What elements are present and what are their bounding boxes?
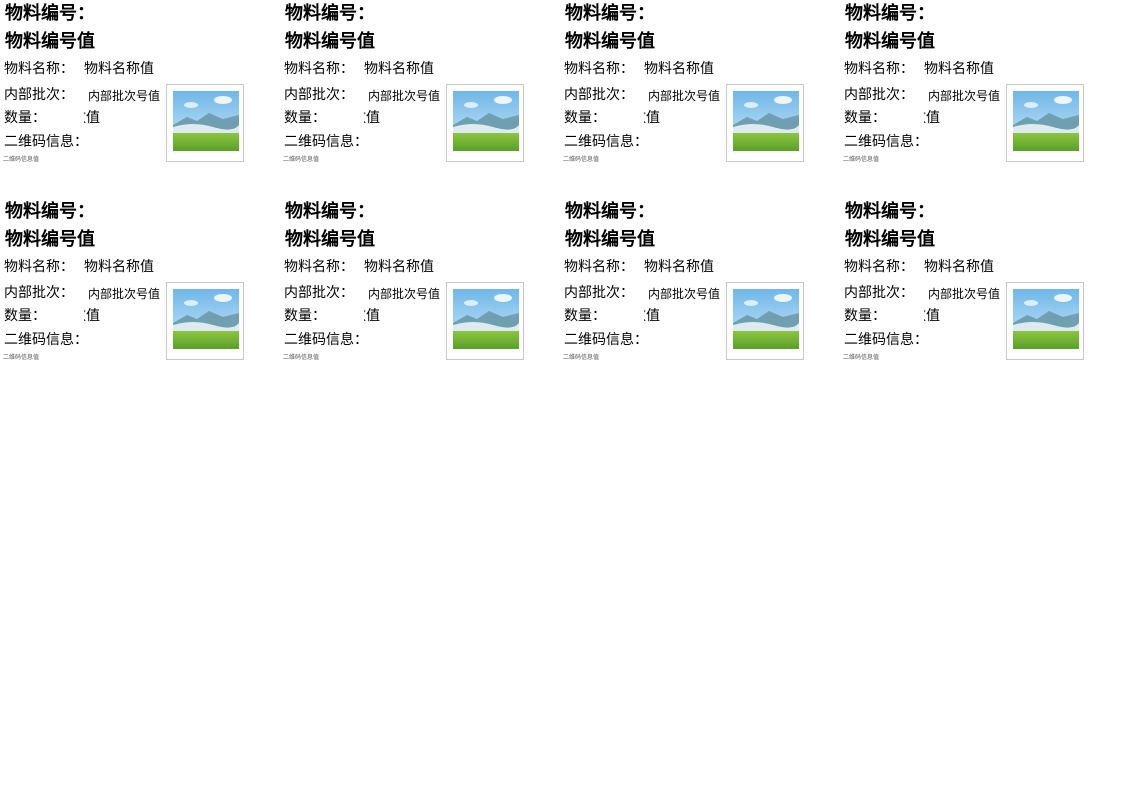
- material-name-label: 物料名称：: [284, 259, 354, 275]
- material-label: 物料编号： 物料编号值 物料名称： 物料名称值 内部批次： 内部批次号值 数量：…: [0, 0, 270, 190]
- qr-info-value: 二维码信息值: [563, 156, 600, 163]
- material-code-value: 物料编号值: [285, 31, 375, 52]
- qr-info-value: 二维码信息值: [3, 156, 40, 163]
- material-label: 物料编号： 物料编号值 物料名称： 物料名称值 内部批次： 内部批次号值 数量：…: [0, 198, 270, 388]
- material-name-value: 物料名称值: [644, 61, 714, 77]
- landscape-image-icon: [446, 282, 524, 360]
- quantity-value: 数值: [924, 308, 940, 324]
- internal-batch-label: 内部批次：: [844, 285, 914, 301]
- quantity-value: 数值: [644, 308, 660, 324]
- qr-info-label: 二维码信息：: [284, 134, 368, 150]
- internal-batch-label: 内部批次：: [284, 285, 354, 301]
- qr-info-label: 二维码信息：: [844, 332, 928, 348]
- quantity-label: 数量：: [284, 110, 326, 126]
- internal-batch-label: 内部批次：: [4, 285, 74, 301]
- quantity-label: 数量：: [844, 308, 886, 324]
- material-code-value: 物料编号值: [285, 229, 375, 250]
- material-code-value: 物料编号值: [845, 31, 935, 52]
- material-code-title: 物料编号：: [565, 3, 655, 24]
- material-code-title: 物料编号：: [285, 201, 375, 222]
- internal-batch-label: 内部批次：: [844, 87, 914, 103]
- material-label: 物料编号： 物料编号值 物料名称： 物料名称值 内部批次： 内部批次号值 数量：…: [840, 198, 1110, 388]
- internal-batch-value: 内部批次号值: [928, 287, 1001, 301]
- material-name-value: 物料名称值: [84, 61, 154, 77]
- internal-batch-value: 内部批次号值: [368, 287, 441, 301]
- qr-info-label: 二维码信息：: [284, 332, 368, 348]
- qr-info-value: 二维码信息值: [283, 354, 320, 361]
- material-label: 物料编号： 物料编号值 物料名称： 物料名称值 内部批次： 内部批次号值 数量：…: [560, 0, 830, 190]
- internal-batch-value: 内部批次号值: [88, 89, 161, 103]
- landscape-image-icon: [726, 84, 804, 162]
- qr-info-value: 二维码信息值: [843, 354, 880, 361]
- material-label: 物料编号： 物料编号值 物料名称： 物料名称值 内部批次： 内部批次号值 数量：…: [280, 0, 550, 190]
- material-label: 物料编号： 物料编号值 物料名称： 物料名称值 内部批次： 内部批次号值 数量：…: [840, 0, 1110, 190]
- material-code-title: 物料编号：: [285, 3, 375, 24]
- qr-info-label: 二维码信息：: [4, 332, 88, 348]
- qr-info-label: 二维码信息：: [844, 134, 928, 150]
- internal-batch-value: 内部批次号值: [928, 89, 1001, 103]
- material-code-title: 物料编号：: [845, 201, 935, 222]
- quantity-label: 数量：: [284, 308, 326, 324]
- material-code-value: 物料编号值: [565, 31, 655, 52]
- material-name-label: 物料名称：: [284, 61, 354, 77]
- material-code-value: 物料编号值: [5, 31, 95, 52]
- qr-info-label: 二维码信息：: [564, 134, 648, 150]
- quantity-label: 数量：: [564, 308, 606, 324]
- landscape-image-icon: [726, 282, 804, 360]
- material-label: 物料编号： 物料编号值 物料名称： 物料名称值 内部批次： 内部批次号值 数量：…: [560, 198, 830, 388]
- landscape-image-icon: [1006, 84, 1084, 162]
- qr-info-value: 二维码信息值: [3, 354, 40, 361]
- material-code-value: 物料编号值: [565, 229, 655, 250]
- qr-info-label: 二维码信息：: [564, 332, 648, 348]
- qr-info-value: 二维码信息值: [563, 354, 600, 361]
- material-name-label: 物料名称：: [844, 259, 914, 275]
- quantity-value: 数值: [924, 110, 940, 126]
- internal-batch-value: 内部批次号值: [648, 89, 721, 103]
- material-code-title: 物料编号：: [845, 3, 935, 24]
- material-code-value: 物料编号值: [5, 229, 95, 250]
- qr-info-value: 二维码信息值: [843, 156, 880, 163]
- material-name-value: 物料名称值: [364, 259, 434, 275]
- internal-batch-value: 内部批次号值: [88, 287, 161, 301]
- material-name-label: 物料名称：: [4, 259, 74, 275]
- qr-info-value: 二维码信息值: [283, 156, 320, 163]
- qr-info-label: 二维码信息：: [4, 134, 88, 150]
- landscape-image-icon: [1006, 282, 1084, 360]
- material-name-value: 物料名称值: [924, 61, 994, 77]
- quantity-value: 数值: [84, 308, 100, 324]
- material-label: 物料编号： 物料编号值 物料名称： 物料名称值 内部批次： 内部批次号值 数量：…: [280, 198, 550, 388]
- quantity-value: 数值: [644, 110, 660, 126]
- internal-batch-value: 内部批次号值: [368, 89, 441, 103]
- quantity-value: 数值: [364, 308, 380, 324]
- quantity-label: 数量：: [564, 110, 606, 126]
- landscape-image-icon: [166, 282, 244, 360]
- label-sheet: 物料编号： 物料编号值 物料名称： 物料名称值 内部批次： 内部批次号值 数量：…: [0, 0, 1123, 400]
- quantity-label: 数量：: [844, 110, 886, 126]
- internal-batch-label: 内部批次：: [4, 87, 74, 103]
- material-name-label: 物料名称：: [564, 259, 634, 275]
- material-code-value: 物料编号值: [845, 229, 935, 250]
- quantity-value: 数值: [364, 110, 380, 126]
- internal-batch-label: 内部批次：: [564, 87, 634, 103]
- material-name-label: 物料名称：: [844, 61, 914, 77]
- landscape-image-icon: [166, 84, 244, 162]
- material-code-title: 物料编号：: [5, 3, 95, 24]
- material-name-value: 物料名称值: [364, 61, 434, 77]
- material-name-label: 物料名称：: [564, 61, 634, 77]
- quantity-value: 数值: [84, 110, 100, 126]
- internal-batch-label: 内部批次：: [284, 87, 354, 103]
- material-name-value: 物料名称值: [84, 259, 154, 275]
- internal-batch-label: 内部批次：: [564, 285, 634, 301]
- landscape-image-icon: [446, 84, 524, 162]
- material-code-title: 物料编号：: [565, 201, 655, 222]
- material-name-value: 物料名称值: [644, 259, 714, 275]
- material-code-title: 物料编号：: [5, 201, 95, 222]
- material-name-value: 物料名称值: [924, 259, 994, 275]
- material-name-label: 物料名称：: [4, 61, 74, 77]
- quantity-label: 数量：: [4, 110, 46, 126]
- quantity-label: 数量：: [4, 308, 46, 324]
- internal-batch-value: 内部批次号值: [648, 287, 721, 301]
